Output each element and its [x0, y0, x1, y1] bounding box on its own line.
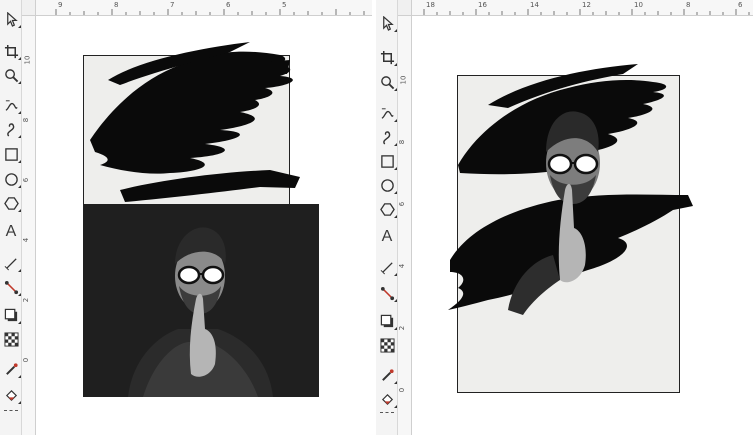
freehand-tool-icon[interactable]	[378, 104, 397, 122]
connector-tool-icon[interactable]	[378, 284, 397, 302]
text-tool-icon[interactable]: A	[378, 228, 396, 246]
ruler-label: 0	[22, 357, 31, 363]
ruler-label: 18	[426, 1, 435, 9]
pick-tool-icon[interactable]	[2, 10, 21, 28]
ruler-label: 16	[478, 1, 487, 9]
crop-tool-icon[interactable]	[378, 48, 397, 66]
zoom-tool-icon[interactable]	[378, 73, 397, 91]
ruler-label: 4	[22, 237, 31, 243]
drop-shadow-tool-icon[interactable]	[378, 312, 397, 330]
fill-tool-icon[interactable]	[378, 390, 397, 408]
vertical-ruler[interactable]: 10 8 6 4 2 0	[398, 16, 412, 435]
ruler-label: 5	[282, 1, 287, 9]
ruler-label: 8	[686, 1, 691, 9]
ruler-label: 6	[22, 177, 31, 183]
ruler-label: 14	[530, 1, 539, 9]
ruler-label: 8	[398, 139, 407, 145]
ruler-label: 6	[738, 1, 743, 9]
dimension-tool-icon[interactable]	[2, 254, 21, 272]
freehand-tool-icon[interactable]	[2, 96, 21, 114]
eyedropper-tool-icon[interactable]	[2, 360, 21, 378]
ruler-label: 9	[58, 1, 63, 9]
fill-tool-icon[interactable]	[2, 386, 21, 404]
ellipse-tool-icon[interactable]	[2, 170, 21, 188]
ruler-label: 0	[398, 387, 407, 393]
toolbox-overflow-indicator	[380, 412, 394, 413]
zoom-tool-icon[interactable]	[2, 66, 21, 84]
ruler-ticks	[423, 9, 750, 15]
transparency-tool-icon[interactable]	[2, 330, 20, 348]
toolbox: A	[376, 0, 398, 435]
portrait-photo[interactable]	[83, 204, 319, 397]
toolbox-overflow-indicator	[4, 410, 18, 411]
drop-shadow-tool-icon[interactable]	[2, 306, 21, 324]
portrait-figure	[83, 204, 319, 397]
horizontal-ruler[interactable]: 18 16 14 12 10 8 6	[412, 0, 753, 16]
ruler-label: 6	[398, 201, 407, 207]
ruler-label: 2	[22, 297, 31, 303]
text-tool-icon[interactable]: A	[2, 223, 20, 241]
polygon-tool-icon[interactable]	[2, 194, 21, 212]
polygon-tool-icon[interactable]	[378, 200, 397, 218]
ruler-corner	[398, 0, 412, 16]
ruler-label: 7	[170, 1, 175, 9]
ruler-label: 8	[22, 117, 31, 123]
ruler-corner	[22, 0, 36, 16]
eyedropper-tool-icon[interactable]	[378, 366, 397, 384]
brush-stroke-shape[interactable]	[80, 40, 320, 210]
ruler-ticks	[55, 9, 365, 15]
vertical-ruler[interactable]: 10 8 6 4 2 0	[22, 16, 36, 435]
ruler-label: 10	[23, 55, 32, 65]
rectangle-tool-icon[interactable]	[378, 152, 397, 170]
right-canvas-view: 18 16 14 12 10 8 6 10 8 6 4 2 0 A	[376, 0, 753, 435]
transparency-tool-icon[interactable]	[378, 336, 396, 354]
horizontal-ruler[interactable]: 9 8 7 6 5	[36, 0, 372, 16]
rectangle-tool-icon[interactable]	[2, 145, 21, 163]
ruler-label: 8	[114, 1, 119, 9]
toolbox: A	[0, 0, 22, 435]
ruler-label: 2	[398, 325, 407, 331]
pick-tool-icon[interactable]	[378, 14, 397, 32]
left-canvas-view: 9 8 7 6 5 10 8 6 4 2 0 A	[0, 0, 372, 435]
ruler-label: 12	[582, 1, 591, 9]
connector-tool-icon[interactable]	[2, 278, 21, 296]
crop-tool-icon[interactable]	[2, 42, 21, 60]
ellipse-tool-icon[interactable]	[378, 176, 397, 194]
dimension-tool-icon[interactable]	[378, 258, 397, 276]
ruler-label: 10	[634, 1, 643, 9]
brush-masked-portrait[interactable]	[448, 60, 698, 320]
ruler-label: 4	[398, 263, 407, 269]
bezier-tool-icon[interactable]	[378, 128, 397, 146]
ruler-label: 10	[399, 75, 408, 85]
ruler-label: 6	[226, 1, 231, 9]
bezier-tool-icon[interactable]	[2, 120, 21, 138]
